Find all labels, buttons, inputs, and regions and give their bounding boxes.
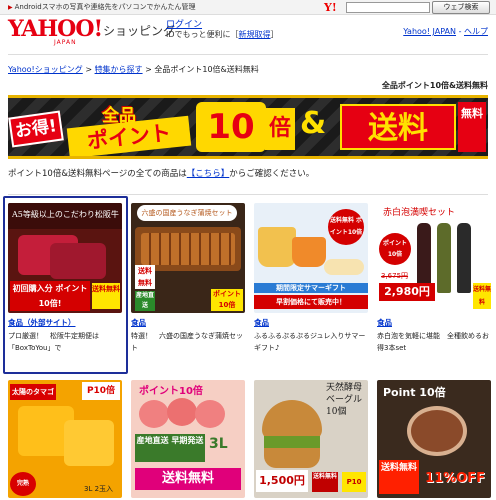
free-shipping-badge: 送料無料 [473,283,491,309]
ripe-badge: 完熟 [10,472,36,496]
desc-before: ポイント10倍&送料無料ページの全ての商品は [8,169,187,179]
breadcrumb-features[interactable]: 特集から探す [95,65,143,74]
arrow-icon: ▶ [8,4,13,11]
description: ポイント10倍&送料無料ページの全ての商品は【こちら】からご確認ください。 [8,167,314,179]
help-link[interactable]: ヘルプ [464,27,488,36]
product-title[interactable]: 赤白泡を気軽に堪能 全種飲めるお得3本set [377,330,491,354]
campaign-banner[interactable]: お得! 全品 ポイント 10 倍 & 送料 無料 [8,95,488,159]
size-note: 3L [209,436,228,452]
banner-bai: 倍 [265,108,295,150]
site-header: YAHOO! JAPAN ショッピング ログイン IDでもっと便利に［新規取得］… [0,16,496,48]
early-sale-badge: 早割価格にて販売中！ [254,295,368,309]
desc-after: からご確認ください。 [229,169,315,179]
image-caption: 太陽のタマゴ [10,384,56,400]
breadcrumb-current: 全品ポイント10倍&送料無料 [154,65,259,74]
site-name[interactable]: ショッピング [103,22,175,39]
image-note: 3L 2玉入 [84,485,114,493]
image-caption: 六盛の国産うなぎ蒲焼セット [137,205,237,221]
web-search-input[interactable] [346,2,430,13]
product-card[interactable]: Point 10倍 送料無料 11%OFF [377,380,491,498]
product-category-link[interactable]: 食品 [377,317,491,328]
point-badge: P10 [342,472,366,492]
free-shipping-badge: 送料無料 [135,265,155,289]
product-category-link[interactable]: 食品（外部サイト） [8,317,122,328]
header-right-links: Yahoo! JAPAN - ヘルプ [403,26,488,37]
product-image-jelly[interactable]: 送料無料 ポイント10倍 期間限定サマーギフト 早割価格にて販売中！ [254,203,368,313]
yahoo-japan-link[interactable]: Yahoo! JAPAN [403,27,456,36]
breadcrumb: Yahoo!ショッピング > 特集から探す > 全品ポイント10倍&送料無料 [8,64,259,75]
product-image-unagi[interactable]: 六盛の国産うなぎ蒲焼セット 送料無料 産地直送 ポイント10倍 [131,203,245,313]
product-image-bagel[interactable]: 天然酵母ベーグル10個 1,500円 送料無料 P10 [254,380,368,498]
product-image-wine[interactable]: 赤白泡満喫セット ポイント10倍 3,675円 2,980円 送料無料 [377,203,491,313]
banner-ten: 10 [196,102,266,152]
point-badge: 送料無料 ポイント10倍 [328,209,364,245]
image-caption: ポイント10倍 [139,386,203,397]
discount-badge: 11%OFF [425,471,485,486]
divider [8,54,488,55]
desc-link[interactable]: 【こちら】 [187,169,230,179]
breadcrumb-shopping[interactable]: Yahoo!ショッピング [8,65,83,74]
image-caption: Point 10倍 [383,386,446,399]
banner-muryo: 無料 [458,102,486,152]
android-notice-link[interactable]: ▶ Androidスマホの写真や連絡先をパソコンでかんたん管理 [8,2,195,12]
product-title[interactable]: プロ厳選！ 松阪牛定期便は「BoxToYou」で [8,330,122,354]
product-image-sweets[interactable]: Point 10倍 送料無料 11%OFF [377,380,491,498]
product-image-matsusaka[interactable]: A5等級以上のこだわり松阪牛 初回購入分 ポイント10倍! 送料無料 [8,203,122,313]
free-shipping-badge: 送料無料 [379,460,419,494]
product-card[interactable]: 天然酵母ベーグル10個 1,500円 送料無料 P10 [254,380,368,498]
product-card[interactable]: P10倍 完熟 太陽のタマゴ 3L 2玉入 [8,380,122,498]
register-link[interactable]: 新規取得 [239,30,271,39]
banner-amp: & [300,106,327,141]
login-sub-label: IDでもっと便利に [166,30,231,39]
login-subtext: IDでもっと便利に［新規取得］ [166,29,279,40]
page-title: 全品ポイント10倍&送料無料 [381,81,488,90]
yahoo-logo[interactable]: YAHOO! JAPAN [8,16,103,46]
free-shipping-badge: 送料無料 [312,472,338,492]
direct-badge: 産地直送 [135,291,155,311]
breadcrumb-sep: > [145,65,152,74]
product-card[interactable]: A5等級以上のこだわり松阪牛 初回購入分 ポイント10倍! 送料無料 食品（外部… [8,203,122,354]
product-card[interactable]: ポイント10倍 産地直送 早期発送 3L 送料無料 [131,380,245,498]
point-badge: 初回購入分 ポイント10倍! [10,281,90,311]
yahoo-y-icon[interactable]: Y! [324,1,337,14]
logo-sub: JAPAN [54,39,77,46]
free-shipping-badge: 送料無料 [135,468,241,490]
point-badge: ポイント10倍 [211,289,243,311]
product-image-peach[interactable]: ポイント10倍 産地直送 早期発送 3L 送料無料 [131,380,245,498]
bracket-open: ［ [230,30,239,39]
product-title[interactable]: ふるふるぷるぷるジュレ入りサマーギフト♪ [254,330,368,354]
image-caption: A5等級以上のこだわり松阪牛 [12,210,119,219]
top-notice-bar: ▶ Androidスマホの写真や連絡先をパソコンでかんたん管理 Y! ウェブ検索 [0,0,496,15]
product-title[interactable]: 特選！ 六盛の国産うなぎ蒲焼セット [131,330,245,354]
image-caption: 天然酵母ベーグル10個 [326,383,363,417]
product-category-link[interactable]: 食品 [131,317,245,328]
separator: - [458,27,462,36]
notice-text[interactable]: Androidスマホの写真や連絡先をパソコンでかんたん管理 [15,3,196,11]
sale-price: 2,980円 [379,283,435,301]
web-search-button[interactable]: ウェブ検索 [432,1,490,14]
product-card[interactable]: 六盛の国産うなぎ蒲焼セット 送料無料 産地直送 ポイント10倍 食品 特選！ 六… [131,203,245,354]
point-badge: P10倍 [82,382,120,400]
image-caption: 期間限定サマーギフト [254,283,368,293]
direct-badge: 産地直送 早期発送 [135,434,205,462]
product-category-link[interactable]: 食品 [254,317,368,328]
breadcrumb-sep: > [85,65,93,74]
point-badge: ポイント10倍 [379,233,411,265]
free-shipping-badge: 送料無料 [92,283,120,309]
product-card[interactable]: 送料無料 ポイント10倍 期間限定サマーギフト 早割価格にて販売中！ 食品 ふる… [254,203,368,354]
product-image-mango[interactable]: P10倍 完熟 太陽のタマゴ 3L 2玉入 [8,380,122,498]
bracket-close: ］ [270,30,279,39]
image-caption: 赤白泡満喫セット [383,208,456,218]
old-price: 3,675円 [381,272,409,280]
divider [8,194,488,195]
price-badge: 1,500円 [256,470,308,492]
banner-soryo: 送料 [340,104,456,150]
logo-text: YAHOO! [8,16,103,42]
product-card[interactable]: 赤白泡満喫セット ポイント10倍 3,675円 2,980円 送料無料 食品 赤… [377,203,491,354]
